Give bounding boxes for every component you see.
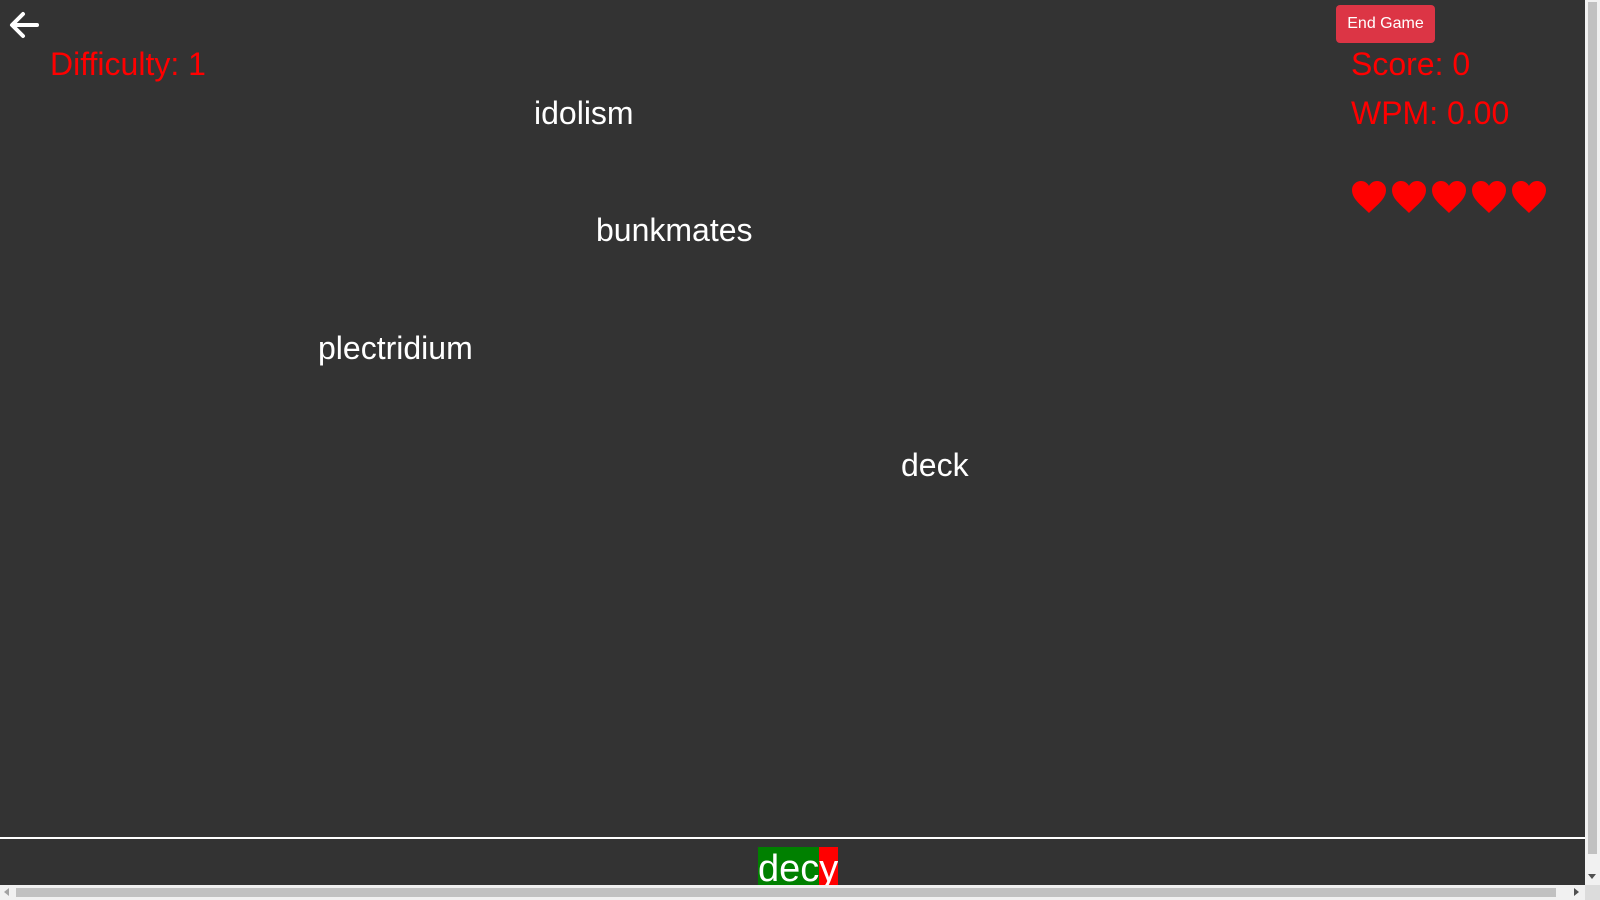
scroll-right-icon[interactable] <box>1574 888 1579 896</box>
scroll-left-icon[interactable] <box>4 888 9 896</box>
game-stage: Difficulty: 1 End Game Score: 0 WPM: 0.0… <box>0 0 1585 885</box>
typed-wrong-letters: y <box>819 847 839 885</box>
typed-input[interactable]: dec y <box>758 847 839 885</box>
heart-icon <box>1392 181 1426 213</box>
lives-indicator <box>1351 180 1547 214</box>
end-game-button[interactable]: End Game <box>1336 5 1435 43</box>
wpm-label: WPM: 0.00 <box>1351 95 1510 131</box>
vertical-scrollbar[interactable] <box>1585 0 1600 885</box>
falling-word: idolism <box>534 95 634 131</box>
horizontal-scrollbar[interactable] <box>0 885 1585 900</box>
score-label: Score: 0 <box>1351 46 1471 82</box>
heart-icon <box>1352 181 1386 213</box>
typed-correct-letters: dec <box>758 847 820 885</box>
falling-word: bunkmates <box>596 212 753 248</box>
vertical-scroll-thumb[interactable] <box>1588 2 1597 854</box>
arrow-left-icon[interactable] <box>8 9 40 41</box>
falling-word: deck <box>901 447 969 483</box>
heart-icon <box>1512 181 1546 213</box>
input-divider <box>0 837 1585 839</box>
difficulty-label: Difficulty: 1 <box>50 46 206 82</box>
scrollbar-corner <box>1585 885 1600 900</box>
heart-icon <box>1472 181 1506 213</box>
scroll-down-icon[interactable] <box>1588 874 1596 879</box>
horizontal-scroll-thumb[interactable] <box>16 888 1556 897</box>
heart-icon <box>1432 181 1466 213</box>
falling-word: plectridium <box>318 330 473 366</box>
